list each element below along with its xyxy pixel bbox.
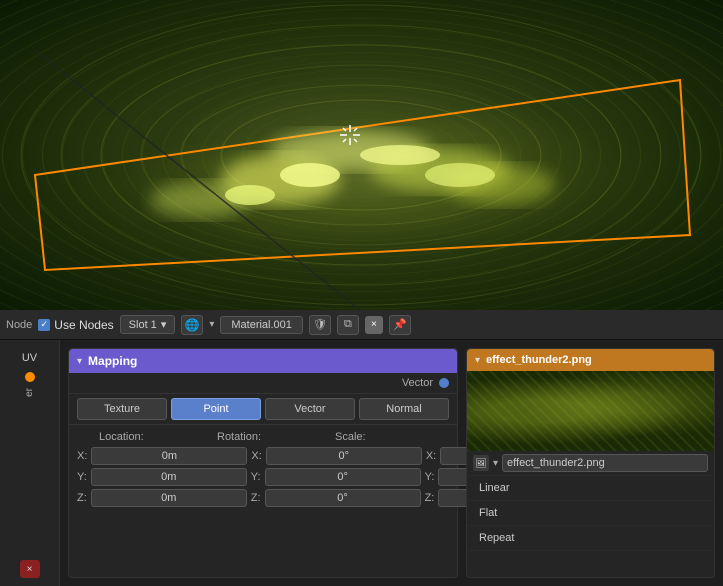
image-icon: 🖼 [473, 455, 489, 471]
top-bar: Node ✓ Use Nodes Slot 1 ▾ 🌐 ▾ Material.0… [0, 310, 723, 340]
rot-x-input[interactable] [266, 447, 422, 465]
y-field-row: Y: Y: Y: [77, 468, 449, 486]
z-axis-label: Z: [77, 492, 87, 504]
shield-icon[interactable]: 🛡 [309, 315, 331, 335]
remove-node-button[interactable]: × [20, 560, 40, 578]
rotation-col-header: Rotation: [217, 431, 331, 443]
x-rot-label: X: [251, 450, 261, 462]
y-axis-label: Y: [77, 471, 87, 483]
material-label: Material.001 [231, 319, 292, 331]
z-scale-label: Z: [425, 492, 435, 504]
use-nodes-label: Use Nodes [54, 318, 113, 332]
node-label: Node [6, 319, 32, 331]
er-label: er [24, 388, 35, 397]
linear-label[interactable]: Linear [473, 479, 516, 497]
texture-node-panel: ▾ effect_thunder2.png 🖼 ▾ effect_thunder… [466, 348, 715, 578]
filename-label[interactable]: effect_thunder2.png [502, 454, 708, 472]
mapping-title: Mapping [88, 354, 137, 368]
slot-arrow-icon: ▾ [209, 319, 214, 330]
x-field-row: X: X: X: [77, 447, 449, 465]
uv-dot [25, 372, 35, 382]
slot-dropdown[interactable]: Slot 1 ▾ [120, 315, 176, 334]
vector-type-button[interactable]: Vector [265, 398, 355, 420]
slot-label: Slot 1 [129, 319, 157, 331]
y-rot-label: Y: [251, 471, 261, 483]
viewport [0, 0, 723, 310]
texture-type-button[interactable]: Texture [77, 398, 167, 420]
mapping-arrow-icon: ▾ [77, 356, 82, 367]
texture-node-title: effect_thunder2.png [486, 354, 592, 366]
vector-row: Vector [69, 373, 457, 394]
slot-chevron-icon: ▾ [161, 318, 167, 331]
bottom-panel: Node ✓ Use Nodes Slot 1 ▾ 🌐 ▾ Material.0… [0, 310, 723, 586]
filename-row: 🖼 ▾ effect_thunder2.png [467, 451, 714, 476]
uv-label: UV [22, 352, 37, 364]
viewport-svg [0, 0, 723, 310]
location-col-header: Location: [77, 431, 213, 443]
x-scale-label: X: [426, 450, 436, 462]
flat-row: Flat [467, 501, 714, 526]
globe-icon[interactable]: 🌐 [181, 315, 203, 335]
left-sidebar: UV er × [0, 340, 60, 586]
repeat-row: Repeat [467, 526, 714, 551]
mapping-header: ▾ Mapping [69, 349, 457, 373]
linear-row: Linear [467, 476, 714, 501]
loc-x-input[interactable] [91, 447, 247, 465]
flat-label[interactable]: Flat [473, 504, 503, 522]
normal-type-button[interactable]: Normal [359, 398, 449, 420]
remove-node-icon: × [27, 564, 33, 575]
loc-z-input[interactable] [91, 489, 247, 507]
pin-icon[interactable]: 📌 [389, 315, 411, 335]
y-scale-label: Y: [425, 471, 435, 483]
use-nodes-container[interactable]: ✓ Use Nodes [38, 318, 113, 332]
z-field-row: Z: Z: Z: [77, 489, 449, 507]
fields-grid: Location: Rotation: Scale: X: X: X: Y: [69, 425, 457, 516]
rot-z-input[interactable] [265, 489, 421, 507]
copy-icon[interactable]: ⧉ [337, 315, 359, 335]
texture-node-header: ▾ effect_thunder2.png [467, 349, 714, 371]
vector-label: Vector [402, 377, 433, 389]
scale-col-header: Scale: [335, 431, 449, 443]
type-button-row: Texture Point Vector Normal [69, 394, 457, 425]
mapping-panel: ▾ Mapping Vector Texture Point Vector No… [68, 348, 458, 578]
use-nodes-checkbox[interactable]: ✓ [38, 319, 50, 331]
dropdown-arrow-icon: ▾ [493, 458, 498, 469]
material-dropdown[interactable]: Material.001 [220, 316, 303, 334]
vector-dot [439, 378, 449, 388]
main-content: UV er × ▾ Mapping Vector Texture Point [0, 340, 723, 586]
rot-y-input[interactable] [265, 468, 421, 486]
remove-button[interactable]: × [365, 316, 383, 334]
point-type-button[interactable]: Point [171, 398, 261, 420]
x-axis-label: X: [77, 450, 87, 462]
repeat-label[interactable]: Repeat [473, 529, 520, 547]
texture-preview [467, 371, 714, 451]
z-rot-label: Z: [251, 492, 261, 504]
loc-y-input[interactable] [91, 468, 247, 486]
texture-arrow-icon: ▾ [475, 355, 480, 366]
field-header-row: Location: Rotation: Scale: [77, 431, 449, 443]
